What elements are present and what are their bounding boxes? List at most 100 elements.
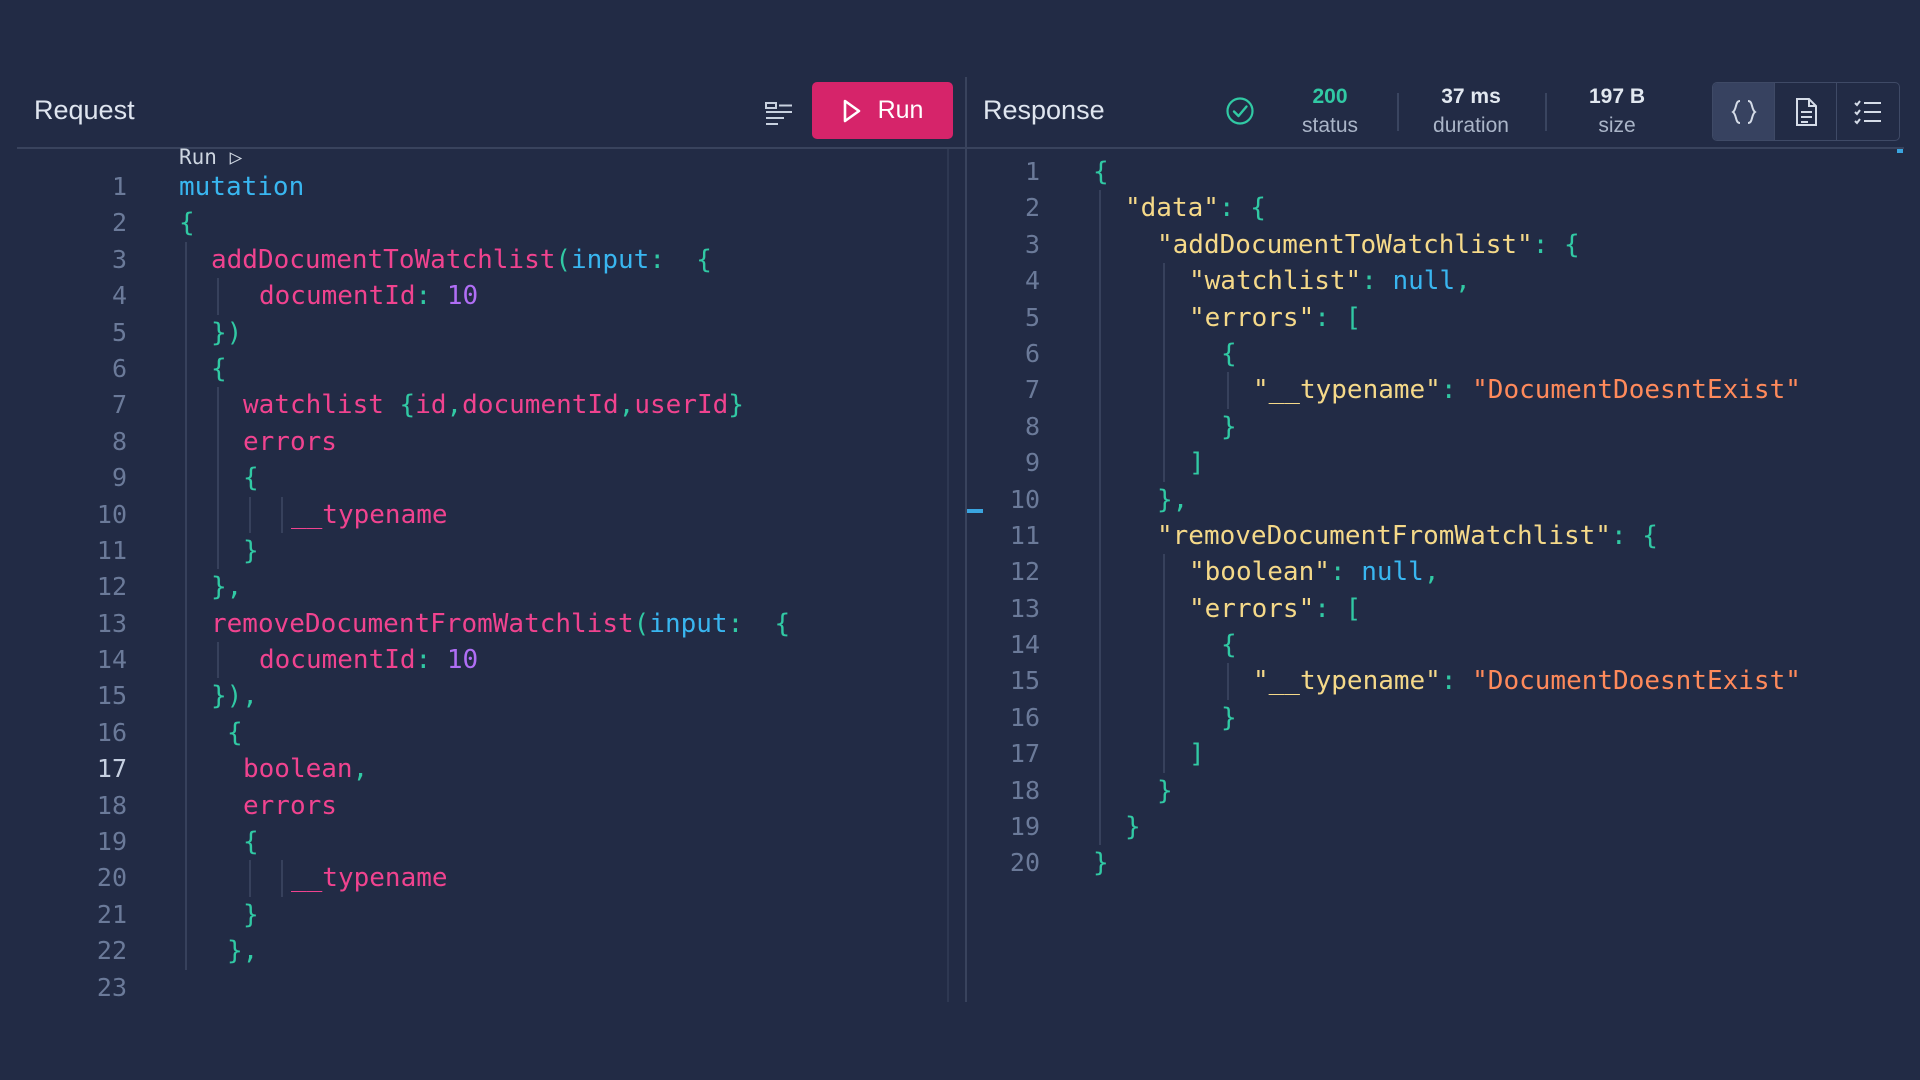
line-number: 10	[96, 499, 127, 529]
indent-guide	[217, 496, 219, 533]
indent-guide	[185, 278, 187, 315]
stat-separator	[1545, 93, 1547, 131]
code-token: mutation	[179, 172, 305, 202]
run-button[interactable]: Run	[812, 82, 953, 139]
code-line: ]	[1093, 736, 1801, 773]
line-number: 13	[1009, 593, 1040, 623]
indent-guide	[217, 642, 219, 679]
code-token: {	[1564, 229, 1580, 260]
code-token: :	[1440, 666, 1473, 697]
code-token: }	[1221, 702, 1237, 733]
code-token: (	[633, 608, 650, 639]
indent-guide	[185, 605, 187, 643]
indent-guide	[249, 860, 251, 897]
code-token: }),	[211, 681, 258, 712]
status-success-icon	[1226, 97, 1254, 125]
response-scroll-marker	[1897, 149, 1903, 153]
response-editor[interactable]: 1 2 3 4 5 6 7 8 9 10 11 12 13 14 15 16 17 18 19 20 {"data":…	[967, 149, 1904, 1002]
code-line: errors	[179, 787, 790, 825]
request-scrollbar[interactable]	[947, 149, 949, 1002]
code-line-content: }	[179, 900, 259, 930]
code-line: },	[179, 569, 790, 606]
size-value: 197 B	[1588, 85, 1646, 108]
code-token: },	[1157, 484, 1189, 515]
duration-stat: 37 ms duration	[1403, 83, 1539, 141]
code-line-content: documentId: 10	[179, 645, 478, 675]
view-json-button[interactable]	[1713, 83, 1775, 140]
indent-guide	[1163, 554, 1165, 591]
indent-guide	[185, 423, 187, 461]
response-line-numbers: 1 2 3 4 5 6 7 8 9 10 11 12 13 14 15 16 17 18 19 20	[967, 154, 1040, 882]
code-line-content: }	[1093, 776, 1173, 806]
line-number: 16	[1009, 702, 1040, 732]
code-line: {	[179, 824, 790, 861]
indent-guide	[281, 860, 283, 897]
indent-guide	[1163, 263, 1165, 300]
code-line: errors	[179, 423, 790, 461]
code-token: }	[1157, 775, 1173, 806]
code-line-content: ]	[1093, 448, 1205, 478]
line-number: 4	[1024, 266, 1040, 296]
line-number: 9	[1024, 448, 1040, 478]
code-line: }	[1093, 809, 1801, 846]
line-number: 1	[111, 172, 127, 201]
code-token: {	[1221, 630, 1237, 661]
code-line: documentId: 10	[179, 278, 790, 315]
code-token: boolean	[243, 754, 353, 785]
indent-guide	[249, 496, 251, 533]
view-document-button[interactable]	[1775, 83, 1837, 140]
request-code[interactable]: mutation{addDocumentToWatchlist(input: {…	[179, 169, 790, 1006]
code-token: "errors"	[1189, 302, 1315, 333]
response-code[interactable]: {"data": {"addDocumentToWatchlist": {"wa…	[1093, 154, 1801, 882]
code-token: input	[571, 244, 650, 275]
code-line: removeDocumentFromWatchlist(input: {	[179, 605, 790, 643]
line-number: 22	[96, 936, 127, 966]
code-line: "data": {	[1093, 190, 1801, 227]
code-token: ,	[1423, 557, 1440, 588]
indent-guide	[1099, 408, 1101, 446]
prettify-button[interactable]	[757, 94, 801, 134]
code-token: {	[1642, 520, 1658, 551]
code-line: documentId: 10	[179, 642, 790, 679]
indent-guide	[1099, 299, 1101, 336]
response-header: Response 200 status 37 ms duration 197 B…	[967, 77, 1904, 149]
codelens-run-link[interactable]: Run ▷	[179, 144, 242, 170]
indent-guide	[1099, 481, 1101, 518]
code-token: {	[399, 390, 416, 421]
code-line: }	[1093, 699, 1801, 737]
code-line: "watchlist": null,	[1093, 263, 1801, 300]
size-label: size	[1598, 114, 1636, 137]
code-token: {	[1221, 338, 1237, 369]
code-line-content: ]	[1093, 739, 1205, 769]
view-list-button[interactable]	[1837, 83, 1899, 140]
code-line: "errors": [	[1093, 590, 1801, 628]
code-token: }	[243, 899, 259, 930]
code-line: },	[179, 933, 790, 970]
prettify-icon	[765, 102, 792, 125]
indent-guide	[1099, 554, 1101, 591]
code-token: [	[1345, 302, 1362, 333]
line-number: 13	[96, 608, 127, 638]
line-number: 18	[1009, 775, 1040, 805]
indent-guide	[1163, 663, 1165, 700]
indent-guide	[281, 496, 283, 533]
size-stat: 197 B size	[1551, 83, 1683, 141]
code-line: }	[1093, 845, 1801, 881]
indent-guide	[185, 896, 187, 934]
code-token: errors	[243, 426, 337, 457]
indent-guide	[185, 642, 187, 679]
code-line-content: }),	[179, 681, 258, 711]
request-editor[interactable]: Run ▷ 1 2 3 4 5 6 7 8 9 10 11 12 13 14 15 16 17 18 19 20 21 2…	[17, 145, 983, 1002]
code-token: "DocumentDoesntExist"	[1472, 375, 1801, 406]
code-token: :	[415, 281, 447, 312]
line-number: 12	[96, 572, 127, 602]
code-line-content: __typename	[179, 500, 448, 530]
indent-guide	[185, 714, 187, 752]
code-token: "__typename"	[1253, 666, 1441, 697]
indent-guide	[185, 569, 187, 606]
code-token: removeDocumentFromWatchlist	[211, 608, 634, 639]
code-line: {	[179, 205, 790, 241]
indent-guide	[217, 532, 219, 570]
code-token: :	[415, 645, 447, 676]
code-token: },	[211, 572, 243, 603]
